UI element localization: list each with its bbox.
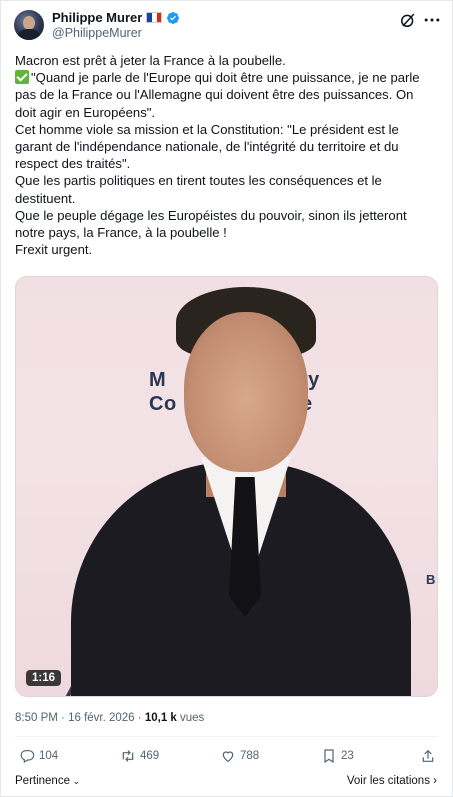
- action-bar: 104 469 788 23: [15, 748, 438, 768]
- views-label: vues: [180, 712, 205, 724]
- share-button[interactable]: [420, 748, 436, 764]
- relevance-label: Pertinence: [15, 775, 70, 787]
- tweet-line-quote: "Quand je parle de l'Europe qui doit êtr…: [15, 69, 435, 121]
- reply-button[interactable]: 104: [19, 748, 58, 764]
- meta-separator: ·: [137, 712, 142, 724]
- meta-separator: ·: [61, 712, 65, 724]
- speaker-face: [184, 312, 308, 472]
- check-mark-icon: [15, 70, 29, 85]
- tweet-line: Cet homme viole sa mission et la Constit…: [15, 121, 399, 172]
- share-icon: [422, 749, 434, 762]
- reply-icon: [20, 750, 35, 764]
- chevron-right-icon: ›: [429, 775, 437, 787]
- view-quotes-link[interactable]: Voir les citations ›: [347, 775, 437, 787]
- tweet-text: Macron est prêt à jeter la France à la p…: [15, 52, 435, 258]
- like-count: 788: [240, 750, 260, 762]
- avatar[interactable]: [14, 10, 44, 40]
- tweet-meta: 8:50 PM · 16 févr. 2026 · 10,1 k vues: [15, 712, 204, 724]
- verified-badge-icon: [167, 11, 180, 24]
- repost-icon: [122, 750, 134, 762]
- background-text: Co: [149, 393, 177, 415]
- grok-icon[interactable]: [398, 10, 418, 30]
- bookmark-button[interactable]: 23: [321, 748, 354, 764]
- author-name-row: Philippe Murer: [52, 10, 180, 25]
- view-quotes-label: Voir les citations: [346, 775, 430, 787]
- relevance-dropdown[interactable]: Pertinence ⌄: [15, 775, 80, 787]
- background-text: M: [149, 369, 167, 391]
- video-player[interactable]: M ty Co e B 1:16: [15, 276, 438, 697]
- divider: [15, 736, 438, 737]
- chevron-down-icon: ⌄: [69, 776, 81, 786]
- bookmark-count: 23: [341, 750, 354, 762]
- author-name[interactable]: Philippe Murer: [52, 10, 142, 25]
- tweet-line: Macron est prêt à jeter la France à la p…: [15, 53, 286, 68]
- views-count: 10,1 k: [144, 712, 177, 724]
- tweet-date[interactable]: 16 févr. 2026: [68, 712, 135, 724]
- tweet-quote-text: "Quand je parle de l'Europe qui doit êtr…: [15, 70, 420, 120]
- repost-count: 469: [140, 750, 160, 762]
- tweet-header: Philippe Murer @PhilippeMurer: [14, 8, 442, 42]
- tweet-line: Frexit urgent.: [15, 242, 93, 258]
- like-button[interactable]: 788: [220, 748, 259, 764]
- reply-count: 104: [39, 750, 59, 762]
- repost-button[interactable]: 469: [120, 748, 159, 764]
- video-duration: 1:16: [26, 670, 62, 686]
- tweet-line: Que les partis politiques en tirent tout…: [15, 173, 382, 206]
- bookmark-icon: [324, 749, 334, 764]
- author-handle[interactable]: @PhilippeMurer: [52, 26, 142, 40]
- tweet-time[interactable]: 8:50 PM: [15, 712, 58, 724]
- background-text: B: [426, 572, 436, 587]
- tweet-line: Que le peuple dégage les Européistes du …: [15, 207, 407, 241]
- france-flag-icon: [146, 12, 163, 23]
- more-icon[interactable]: [422, 10, 442, 30]
- heart-icon: [222, 751, 234, 763]
